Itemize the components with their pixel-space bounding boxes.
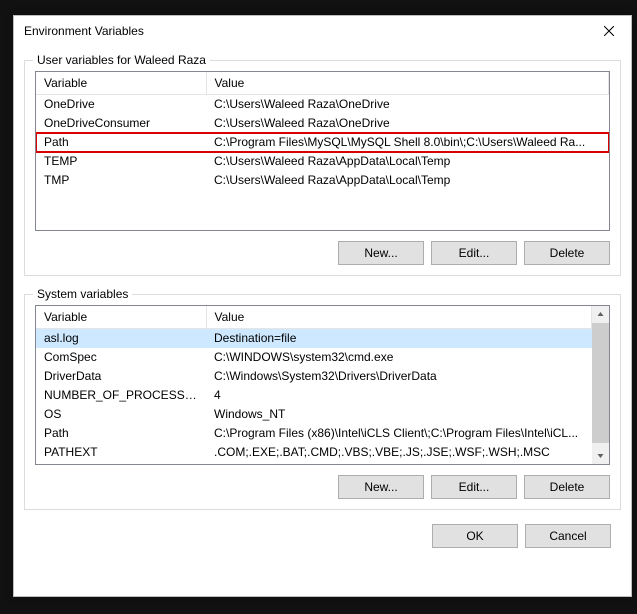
table-row[interactable]: PATHEXT.COM;.EXE;.BAT;.CMD;.VBS;.VBE;.JS… (36, 443, 592, 462)
system-new-button[interactable]: New... (338, 475, 424, 499)
user-edit-button[interactable]: Edit... (431, 241, 517, 265)
table-row[interactable]: OneDriveConsumerC:\Users\Waleed Raza\One… (36, 114, 609, 133)
cell-variable: Path (36, 424, 206, 443)
user-buttons-row: New... Edit... Delete (35, 241, 610, 265)
table-row[interactable]: PathC:\Program Files (x86)\Intel\iCLS Cl… (36, 424, 592, 443)
ok-button[interactable]: OK (432, 524, 518, 548)
cell-value: C:\Windows\System32\Drivers\DriverData (206, 367, 592, 386)
dialog-footer: OK Cancel (24, 510, 621, 548)
user-delete-button[interactable]: Delete (524, 241, 610, 265)
user-variables-group: User variables for Waleed Raza Variable … (24, 60, 621, 276)
table-row[interactable]: DriverDataC:\Windows\System32\Drivers\Dr… (36, 367, 592, 386)
scroll-up-button[interactable] (592, 306, 609, 323)
system-scrollbar[interactable] (592, 306, 609, 464)
user-col-value[interactable]: Value (206, 72, 609, 95)
cell-variable: OS (36, 405, 206, 424)
user-variables-table[interactable]: Variable Value OneDriveC:\Users\Waleed R… (35, 71, 610, 231)
cell-value: C:\Users\Waleed Raza\OneDrive (206, 114, 609, 133)
cancel-button[interactable]: Cancel (525, 524, 611, 548)
system-variables-group: System variables Variable Value asl.logD… (24, 294, 621, 510)
cell-variable: ComSpec (36, 348, 206, 367)
cell-value: C:\Program Files\MySQL\MySQL Shell 8.0\b… (206, 133, 609, 152)
table-row[interactable]: ComSpecC:\WINDOWS\system32\cmd.exe (36, 348, 592, 367)
cell-variable: TMP (36, 171, 206, 190)
cell-value: Windows_NT (206, 405, 592, 424)
table-row[interactable]: asl.logDestination=file (36, 329, 592, 348)
cell-value: C:\WINDOWS\system32\cmd.exe (206, 348, 592, 367)
cell-value: C:\Users\Waleed Raza\AppData\Local\Temp (206, 152, 609, 171)
scroll-track[interactable] (592, 323, 609, 447)
system-variables-table[interactable]: Variable Value asl.logDestination=fileCo… (35, 305, 610, 465)
user-variables-label: User variables for Waleed Raza (33, 53, 210, 67)
cell-variable: asl.log (36, 329, 206, 348)
system-col-variable[interactable]: Variable (36, 306, 206, 329)
cell-value: Destination=file (206, 329, 592, 348)
system-variables-label: System variables (33, 287, 132, 301)
cell-value: .COM;.EXE;.BAT;.CMD;.VBS;.VBE;.JS;.JSE;.… (206, 443, 592, 462)
table-row[interactable]: OneDriveC:\Users\Waleed Raza\OneDrive (36, 95, 609, 114)
window-title: Environment Variables (24, 24, 144, 38)
table-row[interactable]: PathC:\Program Files\MySQL\MySQL Shell 8… (36, 133, 609, 152)
cell-variable: OneDriveConsumer (36, 114, 206, 133)
table-row[interactable]: TEMPC:\Users\Waleed Raza\AppData\Local\T… (36, 152, 609, 171)
cell-variable: NUMBER_OF_PROCESSORS (36, 386, 206, 405)
cell-value: C:\Users\Waleed Raza\AppData\Local\Temp (206, 171, 609, 190)
cell-value: 4 (206, 386, 592, 405)
close-icon (604, 26, 614, 36)
titlebar: Environment Variables (14, 16, 631, 46)
system-col-value[interactable]: Value (206, 306, 592, 329)
cell-variable: DriverData (36, 367, 206, 386)
system-buttons-row: New... Edit... Delete (35, 475, 610, 499)
cell-variable: TEMP (36, 152, 206, 171)
user-col-variable[interactable]: Variable (36, 72, 206, 95)
scroll-thumb[interactable] (592, 323, 609, 443)
cell-value: C:\Users\Waleed Raza\OneDrive (206, 95, 609, 114)
system-delete-button[interactable]: Delete (524, 475, 610, 499)
table-row[interactable]: NUMBER_OF_PROCESSORS4 (36, 386, 592, 405)
close-button[interactable] (586, 16, 631, 46)
system-edit-button[interactable]: Edit... (431, 475, 517, 499)
cell-variable: Path (36, 133, 206, 152)
table-row[interactable]: TMPC:\Users\Waleed Raza\AppData\Local\Te… (36, 171, 609, 190)
scroll-down-button[interactable] (592, 447, 609, 464)
table-row[interactable]: OSWindows_NT (36, 405, 592, 424)
cell-variable: PATHEXT (36, 443, 206, 462)
user-new-button[interactable]: New... (338, 241, 424, 265)
cell-value: C:\Program Files (x86)\Intel\iCLS Client… (206, 424, 592, 443)
dialog-body: User variables for Waleed Raza Variable … (14, 46, 631, 596)
environment-variables-dialog: Environment Variables User variables for… (13, 15, 632, 597)
cell-variable: OneDrive (36, 95, 206, 114)
